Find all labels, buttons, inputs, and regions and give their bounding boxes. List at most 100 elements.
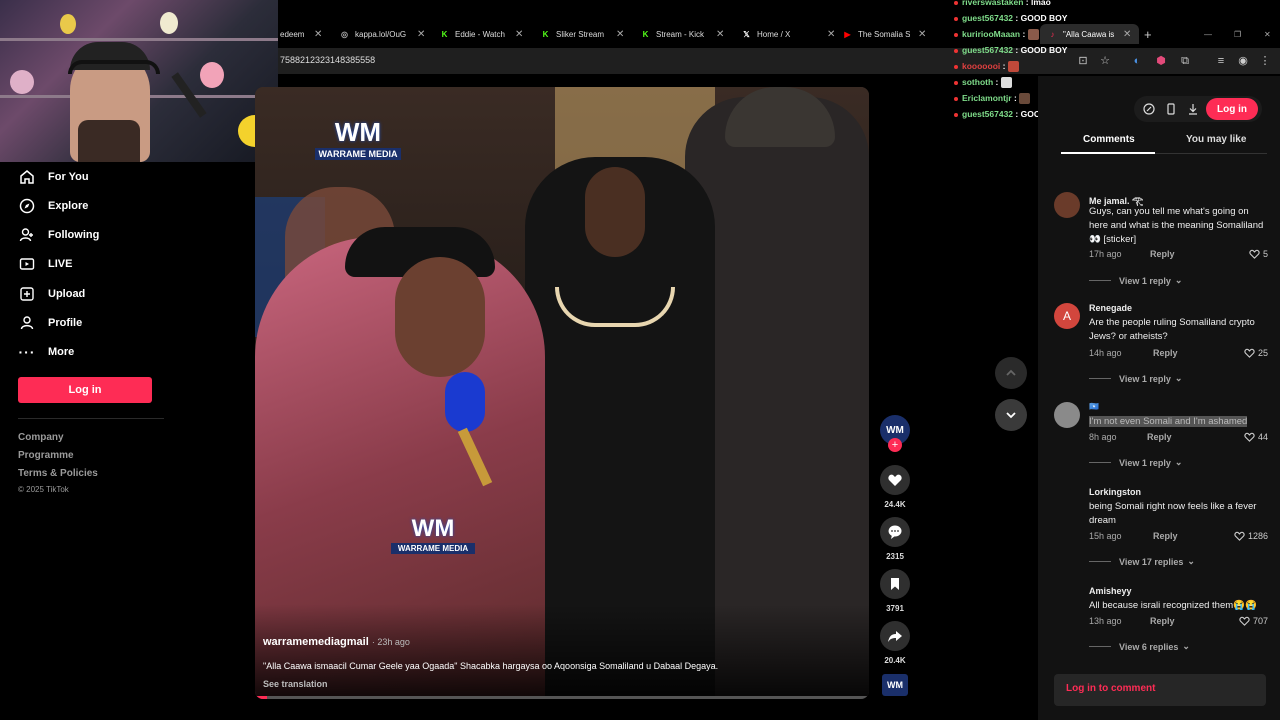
- video-player[interactable]: WM WARRAME MEDIA WM WARRAME MEDIA warram…: [255, 87, 869, 699]
- browser-tab[interactable]: 𝕏 Home / X ✕: [742, 24, 835, 44]
- chat-username: guest567432: [962, 45, 1014, 55]
- chat-line: kooooooi :: [954, 61, 1019, 73]
- extensions-puzzle-icon[interactable]: ⧉: [1178, 54, 1192, 68]
- follow-plus-icon[interactable]: +: [888, 438, 902, 452]
- avatar[interactable]: A: [1054, 303, 1080, 329]
- chat-username: kuririooMaaan: [962, 29, 1021, 39]
- footer-link-terms[interactable]: Terms & Policies: [18, 468, 98, 479]
- comment-author[interactable]: Lorkingston: [1089, 487, 1141, 497]
- close-icon[interactable]: ✕: [515, 29, 523, 40]
- browser-tab[interactable]: ▶ The Somalia S ✕: [843, 24, 926, 44]
- browser-tab[interactable]: K Sliker Stream ✕: [541, 24, 625, 44]
- url-text[interactable]: 7588212323148385558: [280, 55, 375, 65]
- comment-like[interactable]: 25: [1244, 348, 1268, 358]
- download-icon[interactable]: [1186, 102, 1200, 116]
- streamer-webcam: [0, 0, 278, 162]
- comment-author[interactable]: Renegade: [1089, 303, 1132, 313]
- reply-button[interactable]: Reply: [1150, 616, 1175, 626]
- coin-icon[interactable]: [1142, 102, 1156, 116]
- reply-button[interactable]: Reply: [1150, 249, 1175, 259]
- view-replies[interactable]: View 17 replies ⌄: [1089, 556, 1195, 567]
- chat-dot-icon: [954, 80, 958, 85]
- nav-for-you[interactable]: For You: [18, 167, 89, 187]
- watermark-logo: WM WARRAME MEDIA: [315, 117, 401, 160]
- nav-label: Explore: [48, 200, 89, 212]
- menu-kebab-icon[interactable]: ⋮: [1258, 54, 1272, 68]
- login-button[interactable]: Log in: [18, 377, 152, 403]
- reply-button[interactable]: Reply: [1147, 432, 1172, 442]
- reply-button[interactable]: Reply: [1153, 348, 1178, 358]
- comment-button[interactable]: [880, 517, 910, 547]
- comment-item: A Renegade Are the people ruling Somalil…: [1054, 303, 1268, 393]
- login-to-comment-label[interactable]: Log in to comment: [1066, 683, 1155, 694]
- emote-icon: [1027, 29, 1039, 41]
- next-video-button[interactable]: [995, 399, 1027, 431]
- nav-upload[interactable]: Upload: [18, 284, 85, 304]
- heart-outline-icon: [1239, 616, 1250, 626]
- comment-like[interactable]: 5: [1249, 249, 1268, 259]
- left-sidebar: For You Explore Following LIVE Upload Pr…: [0, 162, 255, 720]
- music-disc[interactable]: WM: [882, 674, 908, 696]
- phone-icon[interactable]: [1164, 102, 1178, 116]
- heart-outline-icon: [1244, 348, 1255, 358]
- close-icon[interactable]: ✕: [827, 29, 835, 40]
- browser-tab[interactable]: ◎ kappa.lol/OuG ✕: [340, 24, 425, 44]
- tab-you-may-like[interactable]: You may like: [1186, 134, 1246, 145]
- extension-icon[interactable]: ⬢: [1154, 54, 1168, 68]
- author-name[interactable]: warramemediagmail: [263, 636, 369, 648]
- close-icon[interactable]: ✕: [417, 29, 425, 40]
- footer-link-company[interactable]: Company: [18, 432, 64, 443]
- profile-avatar-icon[interactable]: ◉: [1236, 54, 1250, 68]
- chevron-down-icon: [1006, 412, 1016, 419]
- nav-live[interactable]: LIVE: [18, 254, 72, 274]
- reply-button[interactable]: Reply: [1153, 531, 1178, 541]
- browser-tab[interactable]: K Stream - Kick ✕: [641, 24, 725, 44]
- comment-like[interactable]: 707: [1239, 616, 1268, 626]
- view-replies[interactable]: View 1 reply ⌄: [1089, 373, 1182, 384]
- minimize-icon[interactable]: —: [1204, 24, 1212, 44]
- save-count: 3791: [886, 604, 904, 613]
- login-button[interactable]: Log in: [1206, 98, 1258, 120]
- like-button[interactable]: [880, 465, 910, 495]
- following-icon: [18, 226, 36, 244]
- view-replies[interactable]: View 6 replies ⌄: [1089, 641, 1190, 652]
- share-button[interactable]: [880, 621, 910, 651]
- browser-tab[interactable]: edeem ✕: [280, 24, 322, 44]
- chat-username: sothoth: [962, 77, 994, 87]
- close-icon[interactable]: ✕: [716, 29, 724, 40]
- browser-tab[interactable]: K Eddie - Watch ✕: [440, 24, 524, 44]
- close-icon[interactable]: ✕: [314, 29, 322, 40]
- view-replies[interactable]: View 1 reply ⌄: [1089, 275, 1182, 286]
- plush: [200, 62, 224, 88]
- comment-count: 2315: [886, 552, 904, 561]
- comment-author[interactable]: 🇸🇴: [1089, 402, 1099, 411]
- nav-more[interactable]: ··· More: [18, 342, 75, 362]
- restore-icon[interactable]: ❐: [1234, 24, 1241, 44]
- avatar[interactable]: [1054, 192, 1080, 218]
- plush: [10, 70, 34, 94]
- nav-profile[interactable]: Profile: [18, 313, 82, 333]
- media-control-icon[interactable]: ≡: [1214, 54, 1228, 68]
- view-replies[interactable]: View 1 reply ⌄: [1089, 457, 1182, 468]
- chevron-up-icon: [1006, 369, 1016, 376]
- nav-following[interactable]: Following: [18, 225, 99, 245]
- login-to-comment-bar[interactable]: Log in to comment: [1054, 674, 1266, 706]
- footer-link-programme[interactable]: Programme: [18, 450, 74, 461]
- comment-like[interactable]: 44: [1244, 432, 1268, 442]
- video-progress-bar[interactable]: [255, 696, 869, 699]
- comment-like[interactable]: 1286: [1234, 531, 1268, 541]
- previous-video-button[interactable]: [995, 357, 1027, 389]
- chat-username: riverswastaken: [962, 0, 1024, 7]
- emote-icon: [1007, 61, 1019, 73]
- comment-author[interactable]: Amisheyy: [1089, 586, 1132, 596]
- close-icon[interactable]: ✕: [918, 29, 926, 40]
- avatar[interactable]: [1054, 402, 1080, 428]
- close-icon[interactable]: ✕: [616, 29, 624, 40]
- close-window-icon[interactable]: ✕: [1264, 24, 1271, 44]
- watermark-logo: WM WARRAME MEDIA: [391, 515, 475, 554]
- see-translation-link[interactable]: See translation: [263, 679, 328, 689]
- video-author[interactable]: warramemediagmail · 23h ago: [263, 636, 410, 648]
- nav-explore[interactable]: Explore: [18, 196, 88, 216]
- save-button[interactable]: [880, 569, 910, 599]
- tab-comments[interactable]: Comments: [1083, 134, 1135, 145]
